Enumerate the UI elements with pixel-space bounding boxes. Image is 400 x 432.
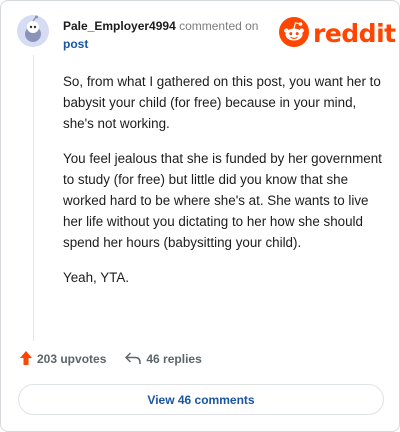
upvote-arrow-icon (19, 350, 33, 369)
user-avatar-icon[interactable] (17, 15, 49, 47)
reply-count: 46 replies (146, 352, 202, 366)
username-link[interactable]: Pale_Employer4994 (63, 19, 176, 33)
post-link[interactable]: post (63, 35, 278, 53)
comment-card: Pale_Employer4994 commented on post redd… (0, 0, 400, 432)
view-comments-button[interactable]: View 46 comments (18, 384, 384, 415)
comment-body: So, from what I gathered on this post, y… (63, 71, 385, 302)
comment-paragraph: Yeah, YTA. (63, 270, 130, 285)
thread-line[interactable] (33, 55, 34, 341)
upvote-button[interactable]: 203 upvotes (19, 350, 106, 369)
reddit-snoo-icon (279, 16, 309, 52)
commented-on-text: commented on (179, 19, 259, 33)
comment-actions: 203 upvotes 46 replies (19, 349, 202, 369)
comment-paragraph: You feel jealous that she is funded by h… (63, 151, 382, 250)
reply-arrow-icon (124, 351, 142, 368)
comment-header: Pale_Employer4994 commented on post (63, 17, 278, 53)
comment-paragraph: So, from what I gathered on this post, y… (63, 74, 381, 131)
reddit-wordmark: reddit (313, 19, 396, 48)
reply-button[interactable]: 46 replies (124, 351, 202, 368)
reddit-logo[interactable]: reddit (279, 16, 396, 52)
upvote-count: 203 upvotes (37, 352, 107, 366)
